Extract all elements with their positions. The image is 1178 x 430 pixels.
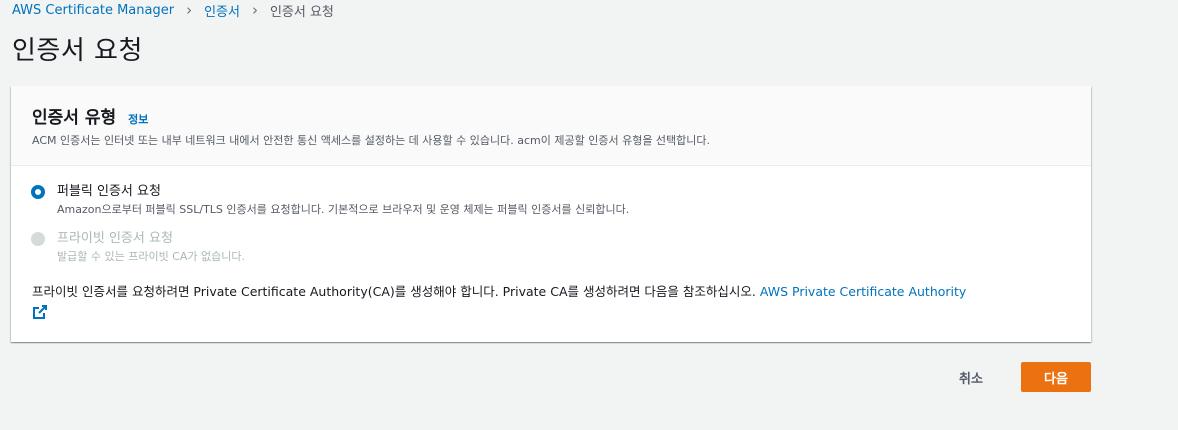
certificate-type-card: 인증서 유형 정보 ACM 인증서는 인터넷 또는 내부 네트워크 내에서 안전… — [11, 86, 1091, 342]
public-certificate-label[interactable]: 퍼블릭 인증서 요청 — [57, 183, 629, 201]
cancel-button[interactable]: 취소 — [943, 363, 999, 391]
private-certificate-text: 프라이빗 인증서 요청 발급할 수 있는 프라이빗 CA가 없습니다. — [57, 230, 245, 264]
card-description: ACM 인증서는 인터넷 또는 내부 네트워크 내에서 안전한 통신 액세스를 … — [32, 134, 711, 147]
aws-private-ca-link[interactable]: AWS Private Certificate Authority — [760, 284, 966, 299]
external-link-icon[interactable] — [32, 304, 48, 320]
next-button[interactable]: 다음 — [1021, 362, 1091, 392]
private-ca-note-text: 프라이빗 인증서를 요청하려면 Private Certificate Auth… — [32, 284, 760, 299]
breadcrumb-current: 인증서 요청 — [269, 4, 334, 20]
page-title: 인증서 요청 — [12, 36, 143, 66]
private-certificate-description: 발급할 수 있는 프라이빗 CA가 없습니다. — [57, 250, 245, 263]
breadcrumb-acm-link[interactable]: AWS Certificate Manager — [12, 3, 174, 18]
chevron-right-icon: › — [186, 1, 193, 19]
card-title: 인증서 유형 — [32, 108, 117, 128]
card-header: 인증서 유형 정보 ACM 인증서는 인터넷 또는 내부 네트워크 내에서 안전… — [11, 86, 1091, 166]
breadcrumb: AWS Certificate Manager › 인증서 › 인증서 요청 — [12, 1, 334, 20]
private-certificate-option: 프라이빗 인증서 요청 발급할 수 있는 프라이빗 CA가 없습니다. — [31, 230, 245, 264]
public-certificate-text: 퍼블릭 인증서 요청 Amazon으로부터 퍼블릭 SSL/TLS 인증서를 요… — [57, 183, 629, 217]
radio-public-certificate[interactable] — [31, 185, 45, 199]
public-certificate-description: Amazon으로부터 퍼블릭 SSL/TLS 인증서를 요청합니다. 기본적으로… — [57, 203, 630, 216]
info-link[interactable]: 정보 — [128, 111, 148, 127]
public-certificate-option[interactable]: 퍼블릭 인증서 요청 Amazon으로부터 퍼블릭 SSL/TLS 인증서를 요… — [31, 183, 629, 217]
private-certificate-label: 프라이빗 인증서 요청 — [57, 231, 173, 246]
card-title-row: 인증서 유형 정보 — [32, 103, 148, 128]
chevron-right-icon: › — [251, 1, 258, 19]
radio-private-certificate — [31, 232, 45, 246]
breadcrumb-certificates-link[interactable]: 인증서 — [204, 1, 240, 20]
private-ca-note: 프라이빗 인증서를 요청하려면 Private Certificate Auth… — [32, 283, 966, 301]
